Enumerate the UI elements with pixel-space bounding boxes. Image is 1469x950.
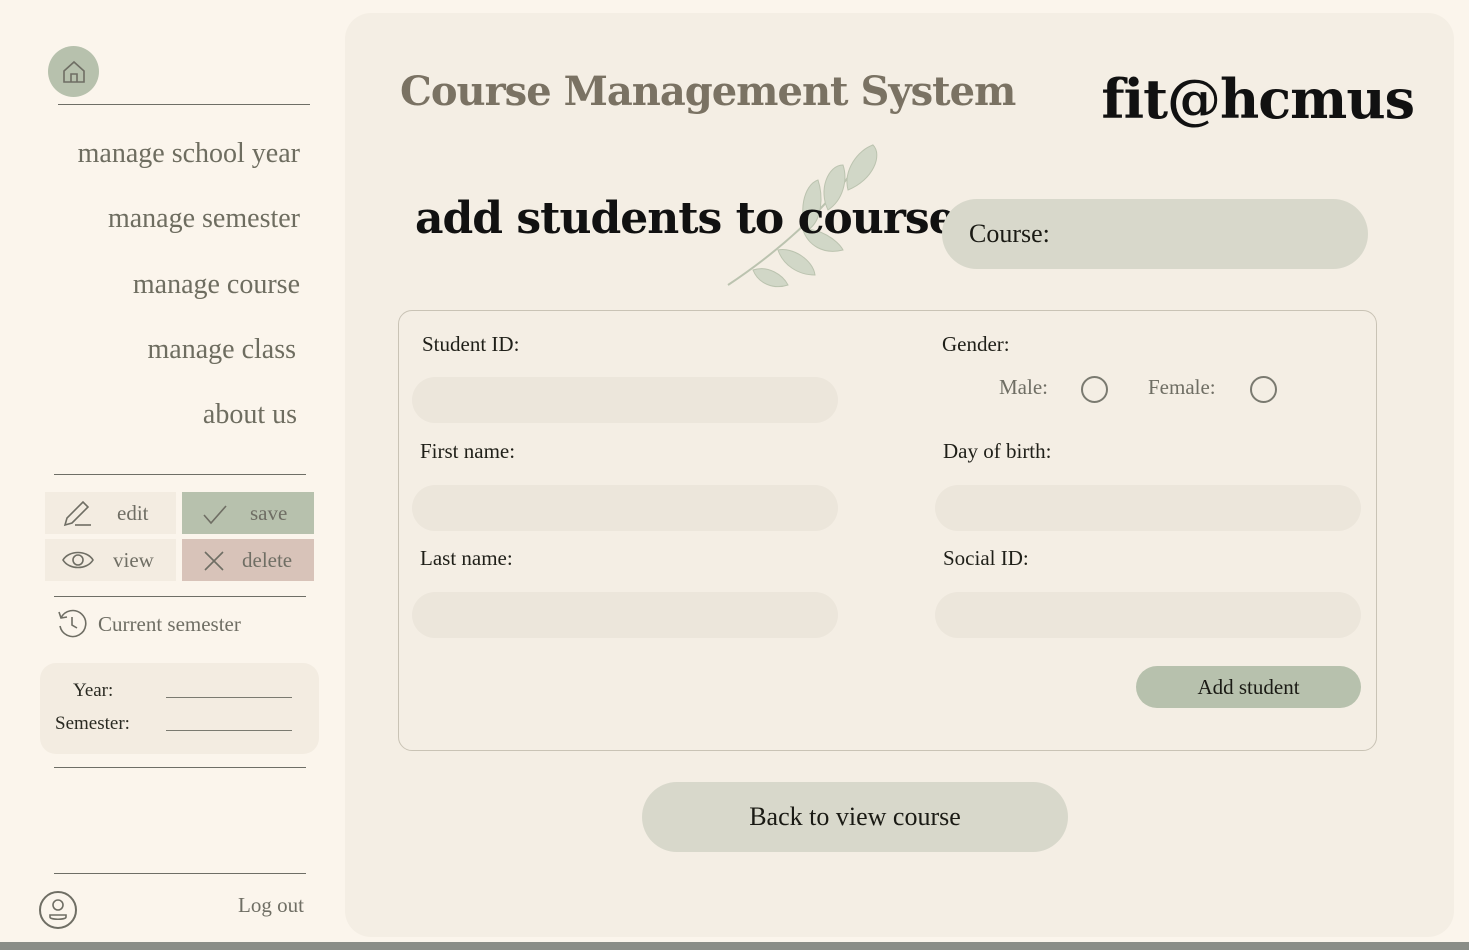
history-icon — [58, 609, 87, 638]
gender-label: Gender: — [942, 332, 1010, 356]
eye-icon — [62, 551, 94, 569]
course-field[interactable]: Course: — [942, 199, 1368, 269]
dob-input[interactable] — [935, 485, 1361, 531]
home-button[interactable] — [48, 46, 99, 97]
home-icon — [62, 60, 85, 83]
social-id-label: Social ID: — [943, 546, 1029, 570]
dob-label: Day of birth: — [943, 439, 1052, 463]
nav-manage-course[interactable]: manage course — [133, 269, 300, 301]
student-form: Student ID: First name: Last name: Gende… — [398, 310, 1377, 751]
nav-manage-class[interactable]: manage class — [148, 334, 297, 366]
male-label: Male: — [999, 375, 1048, 399]
semester-label: Semester: — [55, 713, 130, 734]
pencil-icon — [63, 500, 91, 527]
student-id-input[interactable] — [412, 377, 838, 423]
nav-manage-school-year[interactable]: manage school year — [78, 138, 300, 170]
user-avatar-icon[interactable] — [39, 891, 77, 929]
save-button[interactable]: save — [182, 492, 314, 534]
check-icon — [203, 505, 227, 525]
semester-value-line — [166, 730, 292, 731]
page-title: add students to course — [415, 193, 957, 244]
last-name-label: Last name: — [420, 546, 513, 570]
first-name-label: First name: — [420, 439, 516, 463]
divider — [54, 474, 306, 475]
view-button[interactable]: view — [45, 539, 176, 581]
male-radio[interactable] — [1081, 376, 1108, 403]
app-title: Course Management System — [400, 68, 1016, 115]
save-label: save — [250, 500, 288, 525]
back-to-view-course-button[interactable]: Back to view course — [642, 782, 1068, 852]
close-icon — [204, 551, 224, 571]
current-semester-header: Current semester — [56, 608, 241, 640]
delete-button[interactable]: delete — [182, 539, 314, 581]
divider — [54, 873, 306, 874]
year-label: Year: — [73, 680, 114, 701]
female-radio[interactable] — [1250, 376, 1277, 403]
edit-button[interactable]: edit — [45, 492, 176, 534]
view-label: view — [113, 547, 154, 572]
divider — [54, 596, 306, 597]
last-name-input[interactable] — [412, 592, 838, 638]
divider — [54, 767, 306, 768]
brand-logo: fit@hcmus — [1101, 67, 1415, 131]
nav-manage-semester[interactable]: manage semester — [108, 203, 300, 235]
logout-button[interactable]: Log out — [238, 893, 304, 918]
divider — [58, 104, 310, 105]
current-semester-label: Current semester — [98, 611, 241, 636]
edit-label: edit — [117, 500, 149, 525]
student-id-label: Student ID: — [422, 332, 520, 356]
year-value-line — [166, 697, 292, 698]
delete-label: delete — [242, 547, 293, 572]
social-id-input[interactable] — [935, 592, 1361, 638]
add-student-button[interactable]: Add student — [1136, 666, 1361, 708]
main-panel: Course Management System fit@hcmus add s… — [345, 13, 1454, 937]
female-label: Female: — [1148, 375, 1216, 399]
first-name-input[interactable] — [412, 485, 838, 531]
bottom-bar — [0, 942, 1469, 950]
nav-about-us[interactable]: about us — [203, 399, 297, 431]
current-semester-box — [40, 663, 319, 754]
sidebar: manage school year manage semester manag… — [0, 0, 340, 942]
